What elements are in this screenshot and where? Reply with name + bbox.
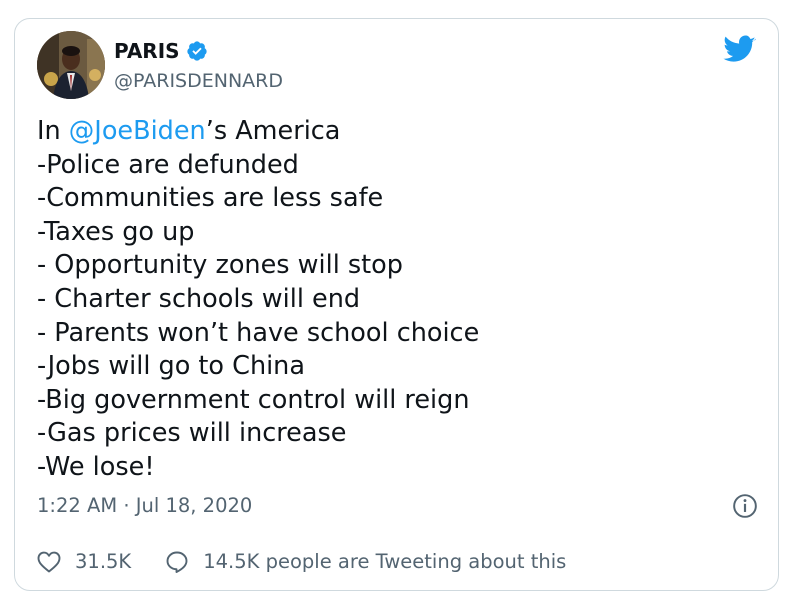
author-name-text[interactable]: PARIS xyxy=(114,38,180,64)
author-handle[interactable]: @PARISDENNARD xyxy=(114,68,283,94)
mention-link[interactable]: @JoeBiden xyxy=(69,116,206,146)
twitter-bird-icon[interactable] xyxy=(722,35,756,65)
like-button[interactable]: 31.5K xyxy=(37,549,131,575)
tweet-line: -Big government control will reign xyxy=(37,384,470,415)
verified-badge-icon xyxy=(186,41,207,61)
tweet-line: In @JoeBiden’s America xyxy=(37,115,757,149)
tweet-timestamp[interactable]: 1:22 AM · Jul 18, 2020 xyxy=(37,493,252,519)
tweet-line: -Jobs will go to China xyxy=(37,351,305,382)
tweeting-about-text: 14.5K people are Tweeting about this xyxy=(203,550,567,573)
tweeting-about-button[interactable]: 14.5K people are Tweeting about this xyxy=(165,549,566,575)
tweet-line: -Police are defunded xyxy=(37,149,299,180)
tweet-line: -We lose! xyxy=(37,451,155,482)
author-display-name[interactable]: PARIS xyxy=(114,38,208,64)
avatar[interactable] xyxy=(37,31,105,99)
tweet-line: -Taxes go up xyxy=(37,216,195,247)
speech-bubble-icon xyxy=(166,551,188,573)
tweet-line: - Opportunity zones will stop xyxy=(37,250,403,281)
tweet-text: In @JoeBiden’s America -Police are defun… xyxy=(37,115,757,485)
info-icon[interactable] xyxy=(732,493,758,519)
tweet-line: - Parents won’t have school choice xyxy=(37,317,480,348)
avatar-photo xyxy=(37,31,105,99)
engagement-bar: 31.5K 14.5K people are Tweeting about th… xyxy=(37,549,566,575)
tweet-line-prefix: In xyxy=(37,116,69,146)
like-count: 31.5K xyxy=(75,550,132,573)
tweet-card[interactable]: PARIS @PARISDENNARD In @JoeBiden’s Ameri… xyxy=(14,18,779,591)
tweet-line: - Charter schools will end xyxy=(37,283,361,314)
tweet-line-suffix: ’s America xyxy=(205,116,341,146)
tweet-line: -Gas prices will increase xyxy=(37,418,347,449)
heart-icon xyxy=(37,551,61,573)
tweet-line: -Communities are less safe xyxy=(37,183,384,214)
